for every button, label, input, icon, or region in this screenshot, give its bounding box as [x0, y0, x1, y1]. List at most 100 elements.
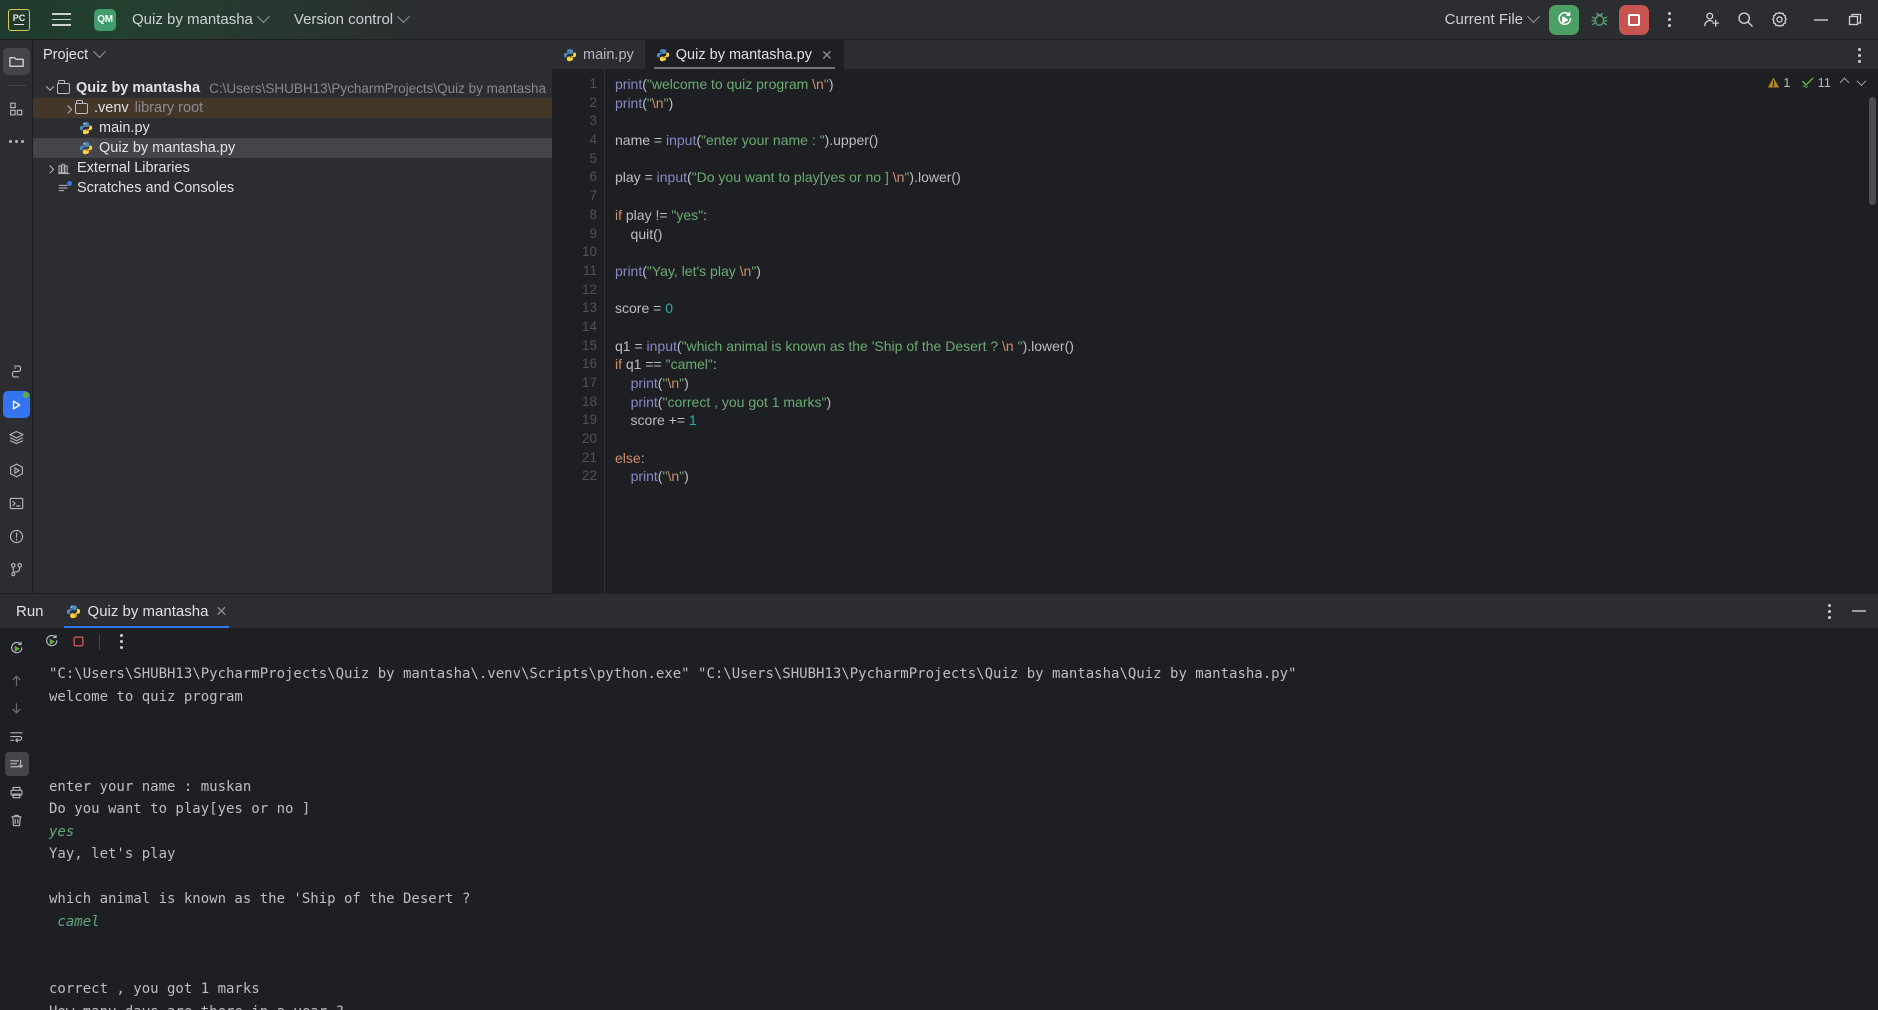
console-line: which animal is known as the 'Ship of th… — [49, 891, 471, 907]
rerun-button[interactable] — [5, 637, 29, 661]
run-panel-options-icon[interactable] — [1818, 600, 1840, 622]
soft-wrap-button[interactable] — [5, 724, 29, 748]
console-more-icon[interactable] — [109, 630, 133, 654]
code-line[interactable] — [604, 112, 1878, 131]
code-token: input — [665, 132, 697, 149]
project-icon[interactable] — [2, 48, 30, 75]
project-panel-header[interactable]: Project — [33, 40, 552, 69]
code-line[interactable]: print("\n") — [604, 467, 1878, 486]
toolbar-divider — [99, 633, 100, 650]
tree-node-external-libraries[interactable]: External Libraries — [33, 158, 552, 178]
debug-icon[interactable] — [3, 457, 30, 484]
console-rerun-button[interactable] — [39, 630, 63, 654]
line-number: 15 — [581, 337, 597, 353]
code-line[interactable]: name = input("enter your name : ").upper… — [604, 131, 1878, 150]
python-console-icon[interactable] — [3, 358, 30, 385]
code-line[interactable]: print("\n") — [604, 94, 1878, 113]
editor-tab-main[interactable]: main.py — [552, 40, 645, 69]
warning-indicator[interactable]: 1 — [1764, 73, 1793, 92]
chevron-down-icon[interactable] — [43, 82, 57, 91]
scroll-down-button[interactable] — [5, 696, 29, 720]
run-button[interactable] — [1549, 4, 1579, 35]
line-number: 18 — [581, 393, 597, 409]
console-scrollbar[interactable] — [1870, 655, 1878, 1010]
tree-node-scratches[interactable]: Scratches and Consoles — [33, 178, 552, 198]
version-control-icon[interactable] — [3, 556, 30, 583]
project-selector[interactable]: Quiz by mantasha — [124, 6, 276, 33]
tree-node-venv[interactable]: .venv library root — [33, 98, 552, 118]
code-line[interactable]: quit() — [604, 225, 1878, 244]
code-line[interactable]: q1 = input("which animal is known as the… — [604, 337, 1878, 356]
code-line[interactable]: print("welcome to quiz program \n") — [604, 75, 1878, 94]
tree-node-quiz-py[interactable]: Quiz by mantasha.py — [33, 138, 552, 158]
console-user-input: muskan — [200, 778, 252, 795]
project-panel-title: Project — [43, 46, 89, 63]
line-number: 19 — [581, 412, 597, 428]
code-line[interactable] — [604, 150, 1878, 169]
code-line[interactable]: print("Yay, let's play \n") — [604, 262, 1878, 281]
editor-tab-quiz[interactable]: Quiz by mantasha.py ✕ — [644, 40, 844, 69]
search-icon[interactable] — [1728, 3, 1762, 37]
minimize-icon[interactable] — [1804, 3, 1838, 37]
ok-indicator[interactable]: 11 — [1798, 73, 1835, 92]
problems-icon[interactable] — [3, 523, 30, 550]
code-line[interactable]: print("correct , you got 1 marks") — [604, 393, 1878, 412]
code-line[interactable]: if play != "yes": — [604, 206, 1878, 225]
chevron-right-icon[interactable] — [61, 105, 75, 114]
tree-label: Quiz by mantasha.py — [99, 140, 236, 156]
editor-scrollbar-thumb[interactable] — [1869, 97, 1876, 205]
code-line[interactable]: print("\n") — [604, 374, 1878, 393]
code-line[interactable]: score += 1 — [604, 411, 1878, 430]
code-line[interactable]: if q1 == "camel": — [604, 355, 1878, 374]
code-content[interactable]: print("welcome to quiz program \n") print… — [604, 69, 1878, 593]
code-token: ).lower() — [1022, 337, 1074, 354]
settings-icon[interactable] — [1762, 3, 1796, 37]
console-stop-button[interactable] — [66, 630, 90, 654]
main-menu-icon[interactable] — [44, 3, 78, 37]
code-line[interactable] — [604, 187, 1878, 206]
run-configuration-selector[interactable]: Current File — [1437, 6, 1546, 33]
tree-node-project-root[interactable]: Quiz by mantasha C:\Users\SHUBH13\Pychar… — [33, 78, 552, 98]
code-line[interactable]: score = 0 — [604, 299, 1878, 318]
editor-options-icon[interactable] — [1848, 44, 1870, 66]
run-icon[interactable] — [2, 391, 30, 418]
more-actions-icon[interactable] — [1652, 3, 1686, 37]
code-line[interactable] — [604, 318, 1878, 337]
more-tool-windows-icon[interactable] — [3, 128, 30, 155]
services-icon[interactable] — [3, 424, 30, 451]
console-line: Do you want to play[yes or no ] — [49, 801, 311, 817]
code-token: score = — [615, 300, 666, 317]
previous-problem-button[interactable] — [1838, 77, 1851, 88]
chevron-right-icon[interactable] — [43, 165, 57, 174]
tree-label: .venv — [94, 100, 129, 116]
terminal-icon[interactable] — [3, 490, 30, 517]
console-line: enter your name : muskan — [49, 776, 1870, 799]
tree-node-main-py[interactable]: main.py — [33, 118, 552, 138]
delete-button[interactable] — [5, 808, 29, 832]
scroll-to-end-button[interactable] — [4, 752, 29, 776]
code-line[interactable] — [604, 243, 1878, 262]
maximize-icon[interactable] — [1838, 3, 1872, 37]
structure-icon[interactable] — [3, 95, 30, 122]
console-output[interactable]: "C:\Users\SHUBH13\PycharmProjects\Quiz b… — [33, 655, 1870, 1010]
version-control-selector[interactable]: Version control — [286, 6, 416, 33]
console-side-toolbar — [0, 628, 33, 1010]
code-line[interactable]: play = input("Do you want to play[yes or… — [604, 168, 1878, 187]
code-line[interactable] — [604, 430, 1878, 449]
stop-button[interactable] — [1619, 4, 1649, 35]
print-button[interactable] — [5, 780, 29, 804]
folder-icon — [75, 100, 88, 114]
hide-panel-icon[interactable] — [1848, 600, 1870, 622]
close-icon[interactable]: ✕ — [821, 48, 833, 62]
scroll-up-button[interactable] — [5, 668, 29, 692]
code-line[interactable] — [604, 281, 1878, 300]
add-user-icon[interactable] — [1694, 3, 1728, 37]
next-problem-button[interactable] — [1855, 76, 1868, 88]
close-icon[interactable]: ✕ — [215, 603, 227, 620]
code-line[interactable]: else: — [604, 449, 1878, 468]
title-bar: PC QM Quiz by mantasha Version control C… — [0, 0, 1878, 40]
run-session-tab[interactable]: Quiz by mantasha ✕ — [56, 594, 238, 628]
chevron-down-icon — [1527, 10, 1540, 24]
debug-button[interactable] — [1582, 3, 1616, 37]
